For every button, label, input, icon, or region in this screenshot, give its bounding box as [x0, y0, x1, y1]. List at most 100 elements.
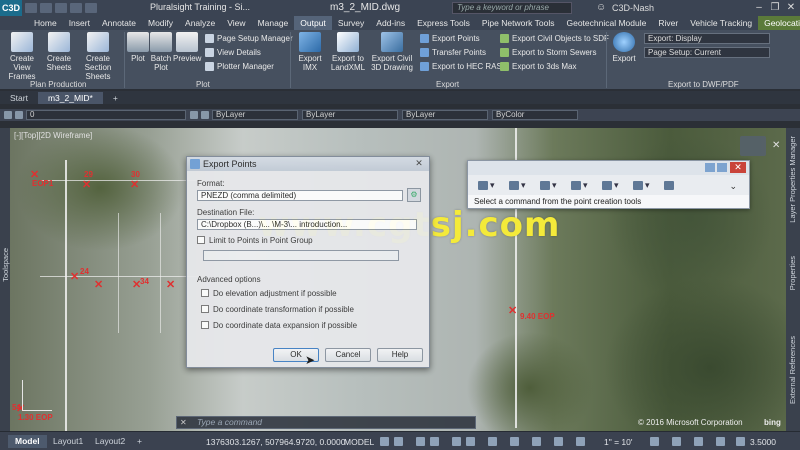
lineweight-select[interactable]: ByLayer: [402, 110, 488, 120]
linetype-select[interactable]: ByLayer: [302, 110, 398, 120]
format-select[interactable]: PNEZD (comma delimited): [197, 190, 403, 201]
snap-icon[interactable]: [394, 437, 403, 446]
tab-view[interactable]: View: [221, 16, 251, 30]
make-current-icon[interactable]: [190, 111, 198, 119]
close-icon[interactable]: ✕: [784, 2, 798, 14]
workspace-name[interactable]: Pluralsight Training - Si...: [150, 2, 250, 12]
app-logo[interactable]: C3D: [0, 0, 22, 16]
isolate-objects-icon[interactable]: [672, 437, 681, 446]
redo-icon[interactable]: [70, 3, 82, 13]
viewport-controls[interactable]: [-][Top][2D Wireframe]: [14, 131, 92, 140]
tab-vehicle-tracking[interactable]: Vehicle Tracking: [684, 16, 758, 30]
limit-point-group-checkbox[interactable]: [197, 236, 205, 244]
otrack-icon[interactable]: [466, 437, 475, 446]
point-marker[interactable]: ✕: [82, 178, 91, 191]
toolbar-close-icon[interactable]: ✕: [730, 162, 746, 173]
workspace-gear-icon[interactable]: [650, 437, 659, 446]
clean-screen-icon[interactable]: [716, 437, 725, 446]
right-palette-bar[interactable]: Layer Properties Manager Properties Exte…: [786, 128, 800, 431]
create-sheets-button[interactable]: Create Sheets: [44, 32, 74, 72]
toolspace-palette-bar[interactable]: Toolspace: [0, 128, 10, 431]
viewport-close-icon[interactable]: ✕: [772, 140, 780, 151]
annotation-visibility-icon[interactable]: [554, 437, 563, 446]
layer-properties-icon[interactable]: [4, 111, 12, 119]
tab-express-tools[interactable]: Express Tools: [411, 16, 476, 30]
help-icon[interactable]: [705, 163, 715, 172]
layer-select[interactable]: 0: [26, 110, 186, 120]
format-manager-icon[interactable]: ⚙: [407, 188, 421, 202]
add-layout-icon[interactable]: +: [130, 435, 149, 448]
restore-icon[interactable]: ❐: [768, 2, 782, 14]
command-close-icon[interactable]: ✕: [180, 418, 187, 427]
tab-output[interactable]: Output: [294, 16, 332, 30]
command-line-input[interactable]: Type a command: [176, 416, 476, 429]
annotation-scale[interactable]: 1" = 10': [604, 437, 633, 447]
slope-points-tool[interactable]: ▾: [633, 179, 657, 191]
tab-layout2[interactable]: Layout2: [88, 435, 132, 448]
layer-properties-manager-label[interactable]: Layer Properties Manager: [788, 136, 797, 223]
import-points-tool[interactable]: [664, 179, 688, 191]
alignment-points-tool[interactable]: ▾: [540, 179, 564, 191]
plotter-manager-button[interactable]: Plotter Manager: [205, 62, 274, 71]
tab-drawing[interactable]: m3_2_MID*: [37, 92, 103, 104]
misc-points-tool[interactable]: ▾: [478, 179, 502, 191]
color-select[interactable]: ByLayer: [212, 110, 298, 120]
elevation-adjust-checkbox[interactable]: [201, 289, 209, 297]
lineweight-icon[interactable]: [488, 437, 497, 446]
surface-points-tool[interactable]: ▾: [571, 179, 595, 191]
point-group-select[interactable]: [203, 250, 399, 261]
grid-icon[interactable]: [380, 437, 389, 446]
model-space-toggle[interactable]: MODEL: [344, 437, 374, 447]
tab-analyze[interactable]: Analyze: [179, 16, 221, 30]
help-button[interactable]: Help: [377, 348, 423, 362]
create-view-frames-button[interactable]: Create View Frames: [2, 32, 42, 81]
user-icon[interactable]: ☺: [596, 2, 606, 13]
hardware-acceleration-icon[interactable]: [694, 437, 703, 446]
tab-layout1[interactable]: Layout1: [46, 435, 90, 448]
export-civil3d-drawing-button[interactable]: Export Civil 3D Drawing: [368, 32, 416, 72]
osnap-icon[interactable]: [452, 437, 461, 446]
export-hec-ras-button[interactable]: Export to HEC RAS: [420, 62, 502, 71]
customization-icon[interactable]: [736, 437, 745, 446]
interpolate-points-tool[interactable]: ▾: [602, 179, 626, 191]
toolspace-label[interactable]: Toolspace: [1, 248, 10, 282]
search-input[interactable]: Type a keyword or phrase: [452, 2, 572, 14]
ortho-icon[interactable]: [416, 437, 425, 446]
export-civil-objects-sdf-button[interactable]: Export Civil Objects to SDF: [500, 34, 609, 43]
tab-survey[interactable]: Survey: [332, 16, 370, 30]
tab-start[interactable]: Start: [0, 92, 38, 104]
layer-state-icon[interactable]: [15, 111, 23, 119]
plot-icon[interactable]: [85, 3, 97, 13]
tab-add-ins[interactable]: Add-ins: [370, 16, 411, 30]
preview-button[interactable]: Preview: [173, 32, 201, 63]
polar-icon[interactable]: [430, 437, 439, 446]
save-icon[interactable]: [40, 3, 52, 13]
plotstyle-select[interactable]: ByColor: [492, 110, 578, 120]
selection-cycling-icon[interactable]: [532, 437, 541, 446]
point-marker[interactable]: ✕: [70, 270, 79, 283]
navigation-bar-icon[interactable]: [740, 136, 766, 156]
export-landxml-button[interactable]: Export to LandXML: [330, 32, 366, 72]
dialog-close-icon[interactable]: ✕: [413, 158, 425, 169]
external-references-label[interactable]: External References: [788, 336, 797, 404]
create-section-sheets-button[interactable]: Create Section Sheets: [74, 32, 122, 81]
export-3ds-max-button[interactable]: Export to 3ds Max: [500, 62, 576, 71]
point-marker[interactable]: ✕: [508, 304, 517, 317]
tab-geotechnical-module[interactable]: Geotechnical Module: [560, 16, 652, 30]
batch-plot-button[interactable]: Batch Plot: [149, 32, 173, 72]
expand-icon[interactable]: [717, 163, 727, 172]
transfer-points-button[interactable]: Transfer Points: [420, 48, 486, 57]
tab-home[interactable]: Home: [28, 16, 63, 30]
cancel-button[interactable]: Cancel: [325, 348, 371, 362]
transparency-icon[interactable]: [510, 437, 519, 446]
coord-transform-checkbox[interactable]: [201, 305, 209, 313]
export-display-select[interactable]: Export: Display: [644, 33, 770, 44]
coord-expansion-checkbox[interactable]: [201, 321, 209, 329]
intersection-points-tool[interactable]: ▾: [509, 179, 533, 191]
new-tab-icon[interactable]: +: [103, 92, 128, 104]
view-details-button[interactable]: View Details: [205, 48, 261, 57]
destination-file-input[interactable]: C:\Dropbox (B...)\... \M-3\... introduct…: [197, 219, 417, 230]
open-icon[interactable]: [25, 3, 37, 13]
minimize-icon[interactable]: –: [752, 2, 766, 14]
point-marker[interactable]: ✕: [166, 278, 175, 291]
